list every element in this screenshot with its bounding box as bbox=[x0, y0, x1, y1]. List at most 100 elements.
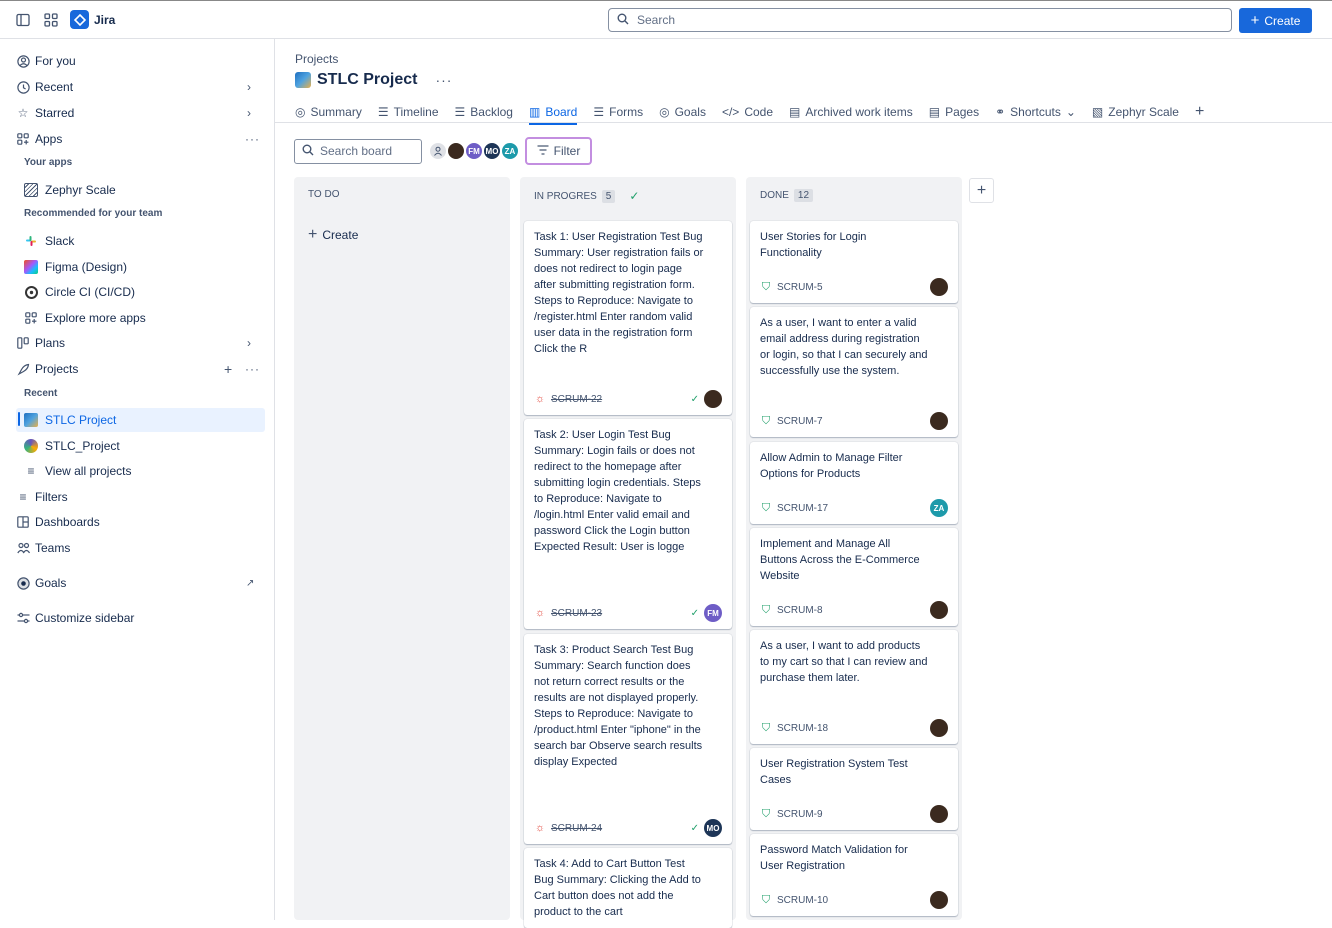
global-search-input[interactable]: Search bbox=[608, 8, 1232, 32]
more-actions-icon[interactable]: ··· bbox=[435, 72, 452, 88]
column-title: IN PROGRES bbox=[534, 190, 597, 202]
unassigned-avatar[interactable] bbox=[429, 142, 447, 160]
issue-card[interactable]: Task 2: User Login Test Bug Summary: Log… bbox=[524, 419, 732, 629]
jira-logo-icon[interactable] bbox=[70, 10, 89, 29]
issue-card[interactable]: User Stories for Login Functionality ⛉ S… bbox=[750, 221, 958, 303]
more-icon[interactable]: ··· bbox=[245, 132, 260, 146]
tab-forms[interactable]: ☰ Forms bbox=[593, 101, 643, 123]
issue-card[interactable]: As a user, I want to enter a valid email… bbox=[750, 307, 958, 437]
issue-card[interactable]: Task 4: Add to Cart Button Test Bug Summ… bbox=[524, 848, 732, 928]
avatar[interactable]: MO bbox=[704, 819, 722, 837]
sidebar-item-apps[interactable]: Apps ··· bbox=[0, 128, 275, 150]
tab-archived[interactable]: ▤ Archived work items bbox=[789, 101, 913, 123]
done-check-icon: ✓ bbox=[690, 607, 699, 619]
sidebar-item-slack[interactable]: Slack bbox=[0, 230, 275, 252]
column-title: DONE bbox=[760, 190, 789, 201]
card-footer: ⛉ SCRUM-5 bbox=[760, 278, 948, 296]
tab-code[interactable]: </> Code bbox=[722, 101, 773, 123]
create-button[interactable]: + Create bbox=[1239, 8, 1312, 33]
sidebar-item-stlc-project-2[interactable]: STLC_Project bbox=[0, 435, 275, 457]
column-count: 5 bbox=[601, 189, 616, 203]
card-footer: ☼ SCRUM-24 ✓ MO bbox=[534, 819, 722, 837]
sidebar-toggle-icon[interactable] bbox=[14, 11, 32, 29]
sidebar-item-figma[interactable]: Figma (Design) bbox=[0, 256, 275, 278]
avatar[interactable] bbox=[930, 278, 948, 296]
avatar[interactable] bbox=[930, 719, 948, 737]
issue-card[interactable]: Task 3: Product Search Test Bug Summary:… bbox=[524, 634, 732, 844]
plus-icon: + bbox=[1250, 12, 1260, 29]
zephyr-icon bbox=[24, 183, 38, 197]
avatar[interactable]: FM bbox=[704, 604, 722, 622]
card-summary: Password Match Validation for User Regis… bbox=[760, 844, 908, 872]
issue-card[interactable]: Password Match Validation for User Regis… bbox=[750, 834, 958, 916]
avatar[interactable] bbox=[930, 412, 948, 430]
issue-card[interactable]: Task 1: User Registration Test Bug Summa… bbox=[524, 221, 732, 415]
card-footer: ⛉ SCRUM-10 bbox=[760, 891, 948, 909]
sidebar-item-goals[interactable]: Goals ↗ bbox=[0, 572, 275, 594]
sidebar-item-filters[interactable]: ≡ Filters bbox=[0, 486, 275, 508]
avatar[interactable]: ZA bbox=[930, 499, 948, 517]
add-column-button[interactable]: + bbox=[969, 178, 994, 203]
sidebar-item-recent[interactable]: Recent › bbox=[0, 76, 275, 98]
search-icon bbox=[302, 144, 314, 159]
sidebar-item-for-you[interactable]: For you bbox=[0, 50, 275, 72]
sidebar-item-zephyr-scale[interactable]: Zephyr Scale bbox=[0, 179, 275, 201]
app-name[interactable]: Jira bbox=[94, 13, 115, 27]
issue-key[interactable]: SCRUM-22 bbox=[551, 394, 602, 405]
avatar[interactable] bbox=[447, 142, 465, 160]
column-done: DONE 12 User Stories for Login Functiona… bbox=[746, 177, 962, 920]
goal-icon: ◎ bbox=[659, 105, 670, 119]
board-search-input[interactable]: Search board bbox=[294, 138, 422, 164]
tab-shortcuts[interactable]: ⚭ Shortcuts ⌄ bbox=[995, 101, 1076, 123]
filter-button[interactable]: Filter bbox=[525, 137, 592, 165]
issue-card[interactable]: User Registration System Test Cases ⛉ SC… bbox=[750, 748, 958, 830]
sidebar-item-plans[interactable]: Plans › bbox=[0, 332, 275, 354]
avatar[interactable] bbox=[704, 390, 722, 408]
add-project-icon[interactable]: + bbox=[224, 361, 232, 377]
app-switcher-icon[interactable] bbox=[42, 11, 60, 29]
avatar[interactable]: ZA bbox=[501, 142, 519, 160]
add-tab-button[interactable]: + bbox=[1195, 101, 1204, 123]
sidebar-item-customize[interactable]: Customize sidebar bbox=[0, 607, 275, 629]
tab-summary[interactable]: ◎ Summary bbox=[295, 101, 362, 123]
sidebar-item-circle-ci[interactable]: Circle CI (CI/CD) bbox=[0, 281, 275, 303]
issue-card[interactable]: Implement and Manage All Buttons Across … bbox=[750, 528, 958, 626]
avatar[interactable]: MO bbox=[483, 142, 501, 160]
board-icon: ▥ bbox=[528, 105, 541, 119]
breadcrumb[interactable]: Projects bbox=[295, 52, 338, 66]
tab-zephyr[interactable]: ▧ Zephyr Scale bbox=[1092, 101, 1179, 123]
issue-key[interactable]: SCRUM-9 bbox=[777, 809, 823, 820]
issue-key[interactable]: SCRUM-5 bbox=[777, 282, 823, 293]
issue-key[interactable]: SCRUM-23 bbox=[551, 608, 602, 619]
more-icon[interactable]: ··· bbox=[245, 362, 260, 376]
issue-key[interactable]: SCRUM-8 bbox=[777, 605, 823, 616]
tab-pages[interactable]: ▤ Pages bbox=[929, 101, 979, 123]
create-issue-button[interactable]: + Create bbox=[308, 226, 358, 244]
avatar[interactable] bbox=[930, 891, 948, 909]
sidebar-item-view-all-projects[interactable]: ≡ View all projects bbox=[0, 460, 275, 482]
issue-card[interactable]: As a user, I want to add products to my … bbox=[750, 630, 958, 744]
tab-goals[interactable]: ◎ Goals bbox=[659, 101, 706, 123]
sidebar-item-starred[interactable]: ☆ Starred › bbox=[0, 102, 275, 124]
issue-key[interactable]: SCRUM-18 bbox=[777, 723, 828, 734]
avatar[interactable] bbox=[930, 805, 948, 823]
issue-key[interactable]: SCRUM-10 bbox=[777, 895, 828, 906]
issue-key[interactable]: SCRUM-24 bbox=[551, 823, 602, 834]
sidebar-item-dashboards[interactable]: Dashboards bbox=[0, 511, 275, 533]
avatar[interactable] bbox=[930, 601, 948, 619]
tab-board[interactable]: ▥ Board bbox=[528, 101, 578, 125]
issue-card[interactable]: Allow Admin to Manage Filter Options for… bbox=[750, 442, 958, 524]
story-icon: ⛉ bbox=[761, 414, 771, 427]
sidebar-item-explore-apps[interactable]: Explore more apps bbox=[0, 307, 275, 329]
tab-timeline[interactable]: ☰ Timeline bbox=[378, 101, 439, 123]
sidebar-item-teams[interactable]: Teams bbox=[0, 537, 275, 559]
issue-key[interactable]: SCRUM-7 bbox=[777, 416, 823, 427]
story-icon: ⛉ bbox=[761, 807, 771, 820]
sidebar-item-projects[interactable]: Projects + ··· bbox=[0, 358, 275, 380]
tab-backlog[interactable]: ☰ Backlog bbox=[455, 101, 513, 123]
issue-key[interactable]: SCRUM-17 bbox=[777, 503, 828, 514]
avatar[interactable]: FM bbox=[465, 142, 483, 160]
sidebar-item-stlc-project[interactable]: STLC Project bbox=[16, 408, 265, 432]
story-icon: ⛉ bbox=[761, 501, 771, 514]
top-navigation: Jira Search + Create bbox=[0, 0, 1332, 39]
